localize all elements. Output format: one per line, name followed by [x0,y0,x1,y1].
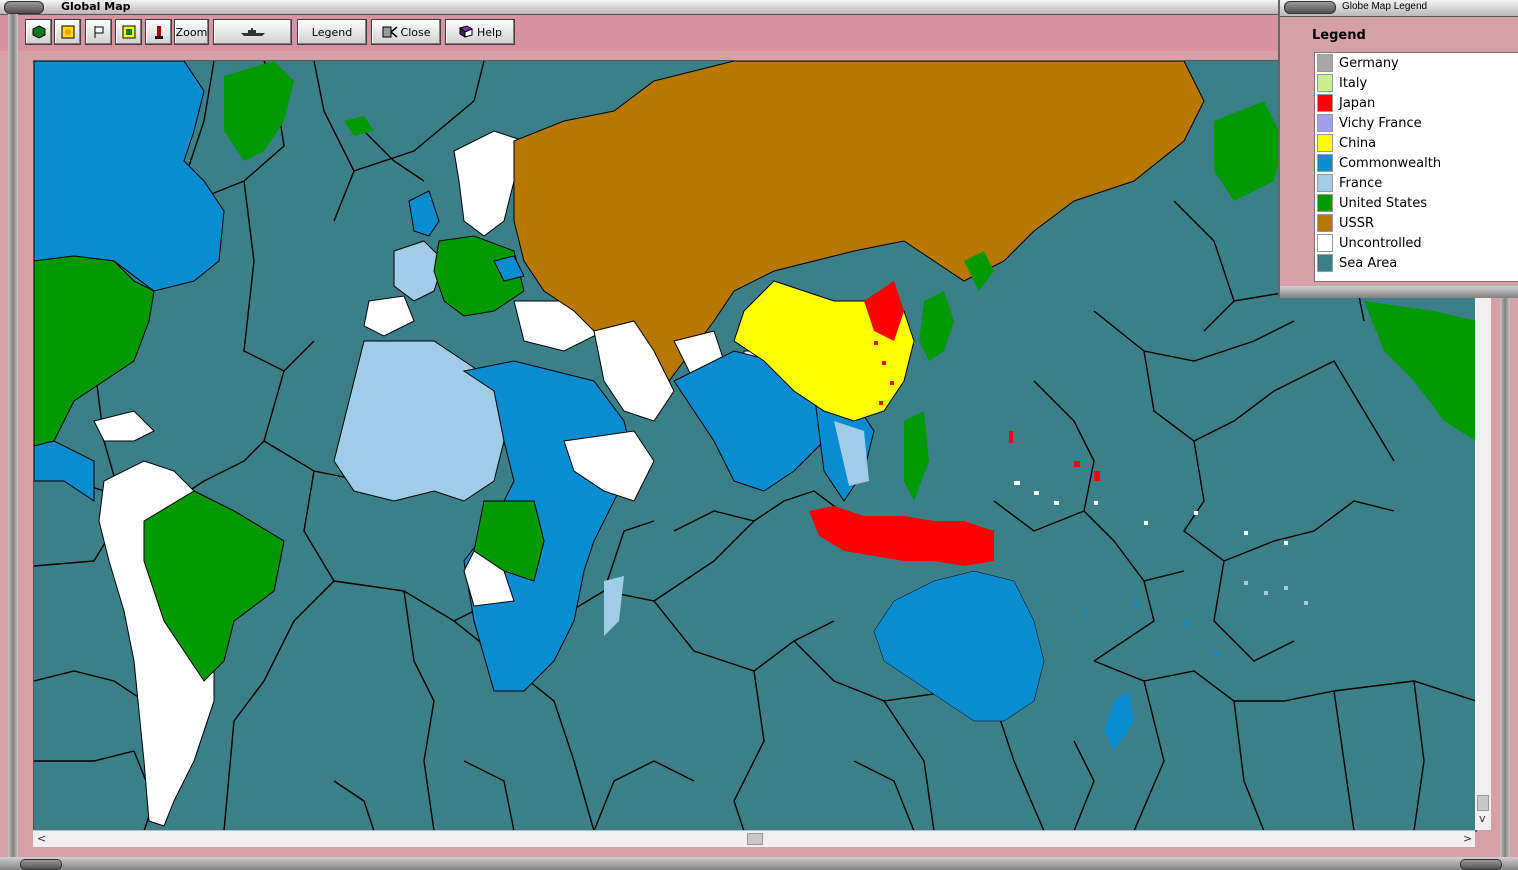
left-rail [8,14,18,860]
region-east-indies [809,506,994,566]
legend-item-label: Italy [1339,75,1368,91]
legend-swatch [1317,194,1333,212]
ship-icon [240,27,266,37]
legend-item: USSR [1317,213,1374,233]
flag-icon [92,25,106,39]
legend-swatch [1317,234,1333,252]
legend-item: Germany [1317,53,1399,73]
legend-heading: Legend [1312,28,1366,43]
legend-item: Japan [1317,93,1375,113]
vertical-scroll-thumb[interactable] [1477,795,1489,811]
help-button[interactable]: Help [445,19,515,45]
legend-swatch [1317,134,1333,152]
legend-item-label: Uncontrolled [1339,235,1422,251]
legend-item-label: Sea Area [1339,255,1398,271]
legend-item-label: China [1339,135,1377,151]
legend-label: Legend [311,25,353,39]
region-britain [408,190,440,237]
flag-button[interactable] [85,19,112,45]
legend-item: United States [1317,193,1427,213]
legend-swatch [1317,114,1333,132]
legend-item: Sea Area [1317,253,1397,273]
legend-item: China [1317,133,1376,153]
legend-swatch [1317,74,1333,92]
help-label: Help [476,25,503,39]
world-map-canvas[interactable] [34,61,1476,831]
legend-item-label: Commonwealth [1339,155,1442,171]
legend-item-label: USSR [1339,215,1375,231]
scroll-down-icon[interactable]: v [1479,812,1486,825]
torch-icon [152,24,166,40]
legend-window-title: Globe Map Legend [1342,1,1428,12]
map-icon [122,25,136,39]
bottom-frame [0,857,1518,870]
legend-item-label: Germany [1339,55,1399,71]
scroll-left-icon[interactable]: < [37,831,46,847]
hexagon-icon [32,25,46,39]
legend-swatch [1317,154,1333,172]
close-button[interactable]: Close [371,19,441,45]
legend-button[interactable]: Legend [297,19,367,45]
legend-swatch [1317,174,1333,192]
scroll-right-icon[interactable]: > [1463,831,1472,847]
sun-icon [61,25,75,39]
close-icon [382,25,398,39]
zoom-button[interactable]: Zoom [174,19,209,45]
legend-item: Commonwealth [1317,153,1441,173]
world-map[interactable] [33,60,1477,832]
region-french-africa [333,340,505,502]
help-book-icon [458,25,474,39]
bottom-left-knob-icon [20,859,62,870]
legend-item: Italy [1317,73,1367,93]
legend-window-knob-icon[interactable] [1284,1,1336,14]
window-title: Global Map [61,0,131,13]
legend-swatch [1317,254,1333,272]
legend-list: Germany Italy Japan Vichy France China Common… [1314,52,1518,282]
legend-window: Globe Map Legend Legend Germany Italy Japa… [1278,0,1518,298]
horizontal-scroll-thumb[interactable] [747,833,763,845]
legend-item-label: France [1339,175,1383,191]
legend-item: Uncontrolled [1317,233,1422,253]
sun-button[interactable] [54,19,81,45]
region-canada [34,61,225,292]
legend-swatch [1317,54,1333,72]
legend-item-label: Japan [1339,95,1376,111]
main-titlebar[interactable]: Global Map [0,0,1282,15]
close-label: Close [400,25,431,39]
legend-item-label: Vichy France [1339,115,1422,131]
map-view-button[interactable] [115,19,142,45]
legend-item: France [1317,173,1382,193]
legend-swatch [1317,214,1333,232]
torch-button[interactable] [145,19,172,45]
toolbar: Zoom Legend Close Help [0,15,1282,51]
region-spain [363,295,415,337]
ship-button[interactable] [213,19,292,45]
legend-item-label: United States [1339,195,1428,211]
window-knob-icon[interactable] [4,1,44,14]
legend-item: Vichy France [1317,113,1422,133]
legend-bottom-frame [1280,286,1518,298]
horizontal-scrollbar[interactable]: < > [33,830,1475,847]
legend-titlebar[interactable]: Globe Map Legend [1280,0,1518,17]
legend-swatch [1317,94,1333,112]
zoom-label: Zoom [175,25,208,39]
bottom-right-knob-icon [1460,859,1502,870]
hexagon-button[interactable] [25,19,52,45]
